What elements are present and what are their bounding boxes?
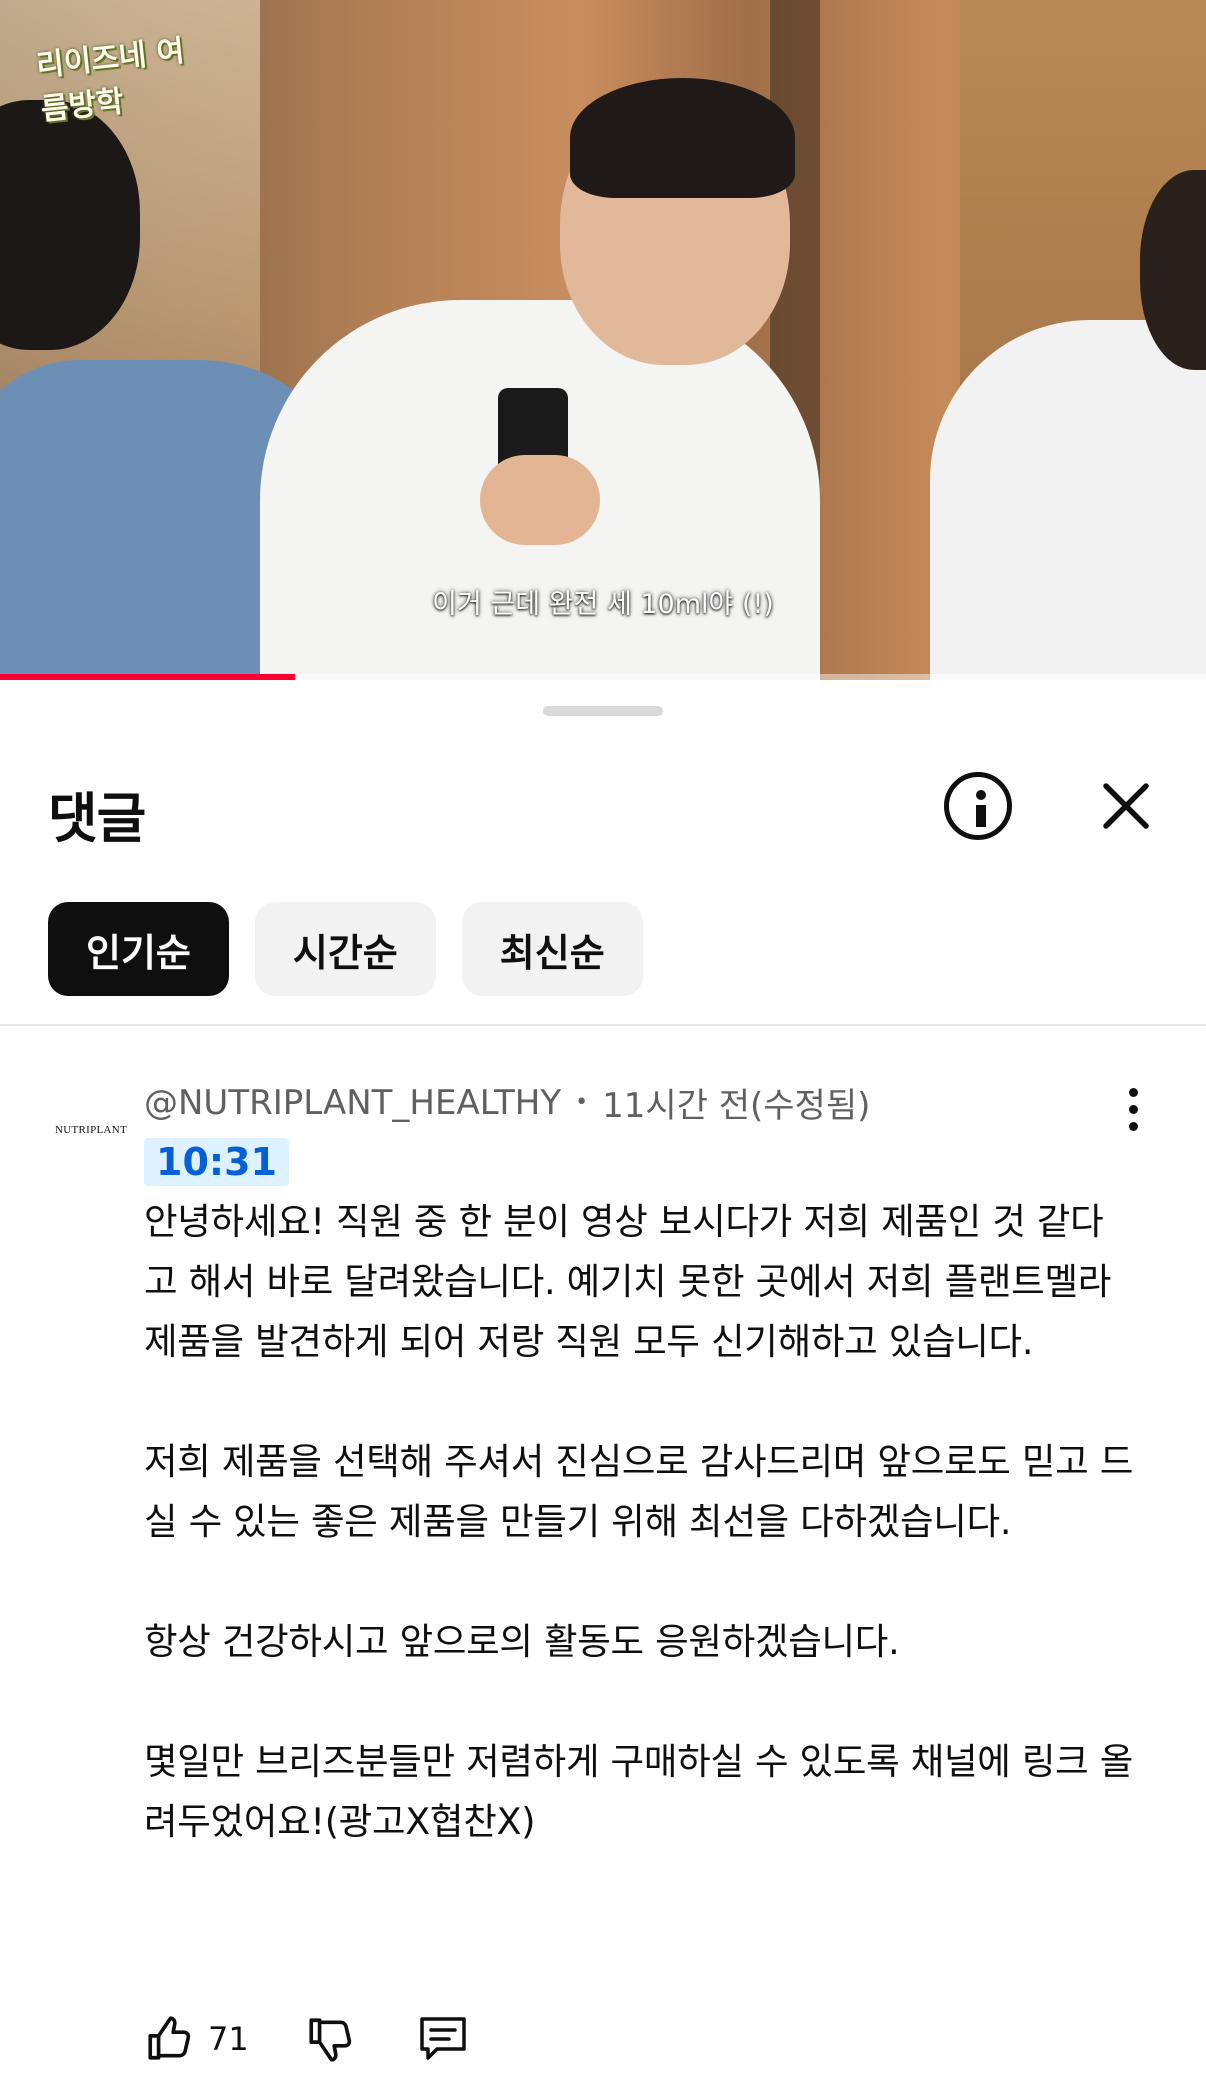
- comment-paragraph: 항상 건강하시고 앞으로의 활동도 응원하겠습니다.: [144, 1620, 900, 1663]
- comment-body: 안녕하세요! 직원 중 한 분이 영상 보시다가 저희 제품인 것 같다고 해서…: [144, 1192, 1134, 1852]
- more-dot: [1128, 1088, 1138, 1097]
- comment-time: 11시간 전(수정됨): [602, 1086, 871, 1126]
- more-vert-icon[interactable]: [1118, 1088, 1148, 1138]
- comments-title: 댓글: [48, 787, 146, 850]
- sort-chips: 인기순 시간순 최신순: [48, 902, 643, 996]
- info-icon-bar: [976, 805, 986, 827]
- channel-logo: 리이즈네 여름방학: [34, 33, 187, 128]
- comment-paragraph: 저희 제품을 선택해 주셔서 진심으로 감사드리며 앞으로도 믿고 드실 수 있…: [144, 1440, 1133, 1543]
- comment-paragraph: 몇일만 브리즈분들만 저렴하게 구매하실 수 있도록 채널에 링크 올려두었어요…: [144, 1740, 1133, 1843]
- dislike-button[interactable]: [305, 2014, 355, 2064]
- comment-meta: @NUTRIPLANT_HEALTHY • 11시간 전(수정됨): [144, 1078, 870, 1127]
- sort-chip-popular[interactable]: 인기순: [48, 902, 229, 996]
- sort-chip-time[interactable]: 시간순: [254, 902, 436, 996]
- info-icon-dot: [976, 790, 986, 800]
- avatar[interactable]: NUTRIPLANT: [36, 1100, 146, 1160]
- drag-handle[interactable]: [543, 706, 663, 716]
- thumbs-up-icon: [148, 2016, 191, 2060]
- more-dot: [1128, 1105, 1138, 1114]
- comments-sheet: 댓글 인기순 시간순 최신순 NUTRIPLANT @NUTRIPLANT_HE…: [0, 680, 1206, 2088]
- thumbs-down-icon: [309, 2018, 351, 2062]
- meta-separator: •: [575, 1090, 589, 1115]
- info-icon[interactable]: [944, 772, 1012, 840]
- more-dot: [1128, 1122, 1138, 1131]
- video-hand: [480, 455, 600, 545]
- sort-chip-newest[interactable]: 최신순: [461, 902, 643, 996]
- video-subtitle: 이거 근데 완전 세 10ml야 (!): [432, 589, 774, 620]
- video-person-right: [930, 320, 1206, 680]
- like-count: 71: [208, 2020, 249, 2058]
- divider: [0, 1024, 1206, 1026]
- close-icon[interactable]: [1096, 776, 1156, 836]
- video-player[interactable]: 리이즈네 여름방학 이거 근데 완전 세 10ml야 (!): [0, 0, 1206, 680]
- comment-paragraph: 안녕하세요! 직원 중 한 분이 영상 보시다가 저희 제품인 것 같다고 해서…: [144, 1200, 1112, 1363]
- timestamp-link[interactable]: 10:31: [144, 1138, 289, 1186]
- like-button[interactable]: 71: [144, 2014, 249, 2064]
- comment-actions: 71: [144, 2014, 469, 2064]
- video-person-center-hair: [570, 78, 795, 198]
- reply-icon: [419, 2017, 466, 2060]
- reply-button[interactable]: [417, 2014, 469, 2064]
- comment-author[interactable]: @NUTRIPLANT_HEALTHY: [144, 1083, 561, 1123]
